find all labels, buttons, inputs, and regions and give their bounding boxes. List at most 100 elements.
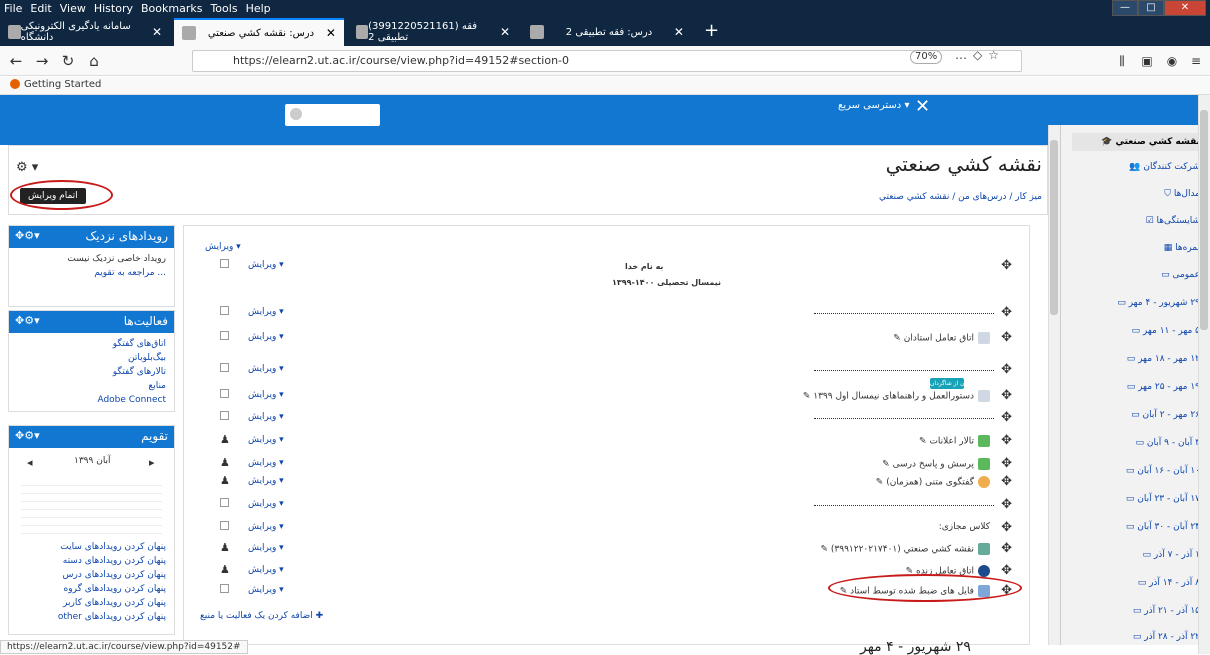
menu-help[interactable]: Help [242, 0, 275, 17]
drawer-item-competencies[interactable]: شایستگی‌ها ☑ [1146, 216, 1200, 226]
tab-fiqh-course[interactable]: درس: فقه تطبیقی 2 ✕ [522, 18, 692, 46]
menu-edit[interactable]: Edit [26, 0, 55, 17]
user-icon[interactable]: ♟ [220, 456, 230, 469]
drawer-item-week10[interactable]: ۱ آذر - ۷ آذر ▭ [1143, 550, 1200, 560]
block-controls-icon[interactable]: ▾⚙✥ [15, 314, 40, 327]
edit-menu[interactable]: ویرایش ▾ [248, 543, 284, 553]
move-icon[interactable]: ✥ [1001, 258, 1012, 273]
select-checkbox[interactable] [220, 498, 229, 507]
drawer-item-week2[interactable]: ۵ مهر - ۱۱ مهر ▭ [1132, 326, 1200, 336]
user-icon[interactable]: ♟ [220, 474, 230, 487]
star-icon[interactable]: ☆ [988, 48, 1005, 62]
quick-access-menu[interactable]: دسترسی سریع ▾ [838, 100, 909, 111]
edit-menu[interactable]: ویرایش ▾ [248, 585, 284, 595]
maximize-icon[interactable]: □ [1138, 0, 1164, 16]
drawer-scrollbar-thumb[interactable] [1050, 140, 1058, 315]
close-window-icon[interactable]: ✕ [1164, 0, 1206, 16]
menu-tools[interactable]: Tools [206, 0, 241, 17]
block-controls-icon[interactable]: ▾⚙✥ [15, 429, 40, 442]
prev-month-icon[interactable]: ◂ [27, 456, 33, 469]
move-icon[interactable]: ✥ [1001, 520, 1012, 535]
tab-elearn-home[interactable]: سامانه یادگیری الکترونیکی دانشگاه ✕ [0, 18, 170, 46]
user-icon[interactable]: ♟ [220, 541, 230, 554]
select-checkbox[interactable] [220, 306, 229, 315]
section-edit-menu[interactable]: ویرایش ▾ [205, 242, 241, 252]
hide-other-events[interactable]: پنهان کردن رویدادهای other [9, 610, 174, 624]
edit-menu[interactable]: ویرایش ▾ [248, 364, 284, 374]
drawer-item-general[interactable]: عمومی ▭ [1161, 270, 1200, 280]
move-icon[interactable]: ✥ [1001, 474, 1012, 489]
drawer-item-week7[interactable]: ۱۰ آبان - ۱۶ آبان ▭ [1126, 466, 1200, 476]
edit-menu[interactable]: ویرایش ▾ [248, 476, 284, 486]
activity-bigbluebutton-link[interactable]: بیگ‌بلوباتن [9, 351, 174, 365]
next-month-icon[interactable]: ▸ [149, 456, 155, 469]
edit-menu[interactable]: ویرایش ▾ [248, 332, 284, 342]
page-scrollbar-thumb[interactable] [1200, 110, 1208, 330]
activity-forums-link[interactable]: تالارهای گفتگو [9, 365, 174, 379]
drawer-item-grades[interactable]: نمره‌ها ▦ [1164, 243, 1200, 253]
activity-resources-link[interactable]: منابع [9, 379, 174, 393]
home-icon[interactable]: ⌂ [82, 49, 106, 73]
select-checkbox[interactable] [220, 411, 229, 420]
move-icon[interactable]: ✥ [1001, 497, 1012, 512]
sidebar-icon[interactable]: ▣ [1135, 49, 1159, 73]
back-icon[interactable]: ← [4, 49, 28, 73]
edit-menu[interactable]: ویرایش ▾ [248, 435, 284, 445]
select-checkbox[interactable] [220, 584, 229, 593]
select-checkbox[interactable] [220, 331, 229, 340]
drawer-item-week6[interactable]: ۳ آبان - ۹ آبان ▭ [1136, 438, 1200, 448]
drawer-item-week9[interactable]: ۲۴ آبان - ۳۰ آبان ▭ [1126, 522, 1200, 532]
activity-link[interactable]: پرسش و پاسخ درسی ✎ [882, 458, 990, 470]
block-controls-icon[interactable]: ▾⚙✥ [15, 229, 40, 242]
drawer-item-week5[interactable]: ۲۶ مهر - ۲ آبان ▭ [1131, 410, 1200, 420]
tab-course[interactable]: درس: نقشه کشي صنعتي ✕ [174, 18, 344, 46]
close-drawer-icon[interactable]: ✕ [915, 96, 930, 117]
drawer-item-week4[interactable]: ۱۹ مهر - ۲۵ مهر ▭ [1127, 382, 1200, 392]
move-icon[interactable]: ✥ [1001, 305, 1012, 320]
edit-menu[interactable]: ویرایش ▾ [248, 458, 284, 468]
go-to-calendar-link[interactable]: ... مراجعه به تقویم [9, 266, 174, 280]
edit-menu[interactable]: ویرایش ▾ [248, 390, 284, 400]
drawer-item-week11[interactable]: ۸ آذر - ۱۴ آذر ▭ [1138, 578, 1200, 588]
calendar-grid[interactable] [21, 478, 162, 538]
menu-history[interactable]: History [90, 0, 137, 17]
new-tab-button[interactable]: + [696, 18, 727, 46]
activity-link[interactable]: دستورالعمل و راهنماهای نیمسال اول ۱۳۹۹ ✎ [803, 390, 990, 402]
bookmark-getting-started[interactable]: Getting Started [24, 79, 101, 90]
menu-bookmarks[interactable]: Bookmarks [137, 0, 206, 17]
user-icon[interactable]: ♟ [220, 563, 230, 576]
hide-category-events[interactable]: پنهان کردن رویدادهای دسته [9, 554, 174, 568]
drawer-item-week8[interactable]: ۱۷ آبان - ۲۳ آبان ▭ [1126, 494, 1200, 504]
activity-link[interactable]: نقشه کشي صنعتي (۳۹۹۱۲۲۰۲۱۷۴۰۱) ✎ [820, 543, 990, 555]
hide-user-events[interactable]: پنهان کردن رویدادهای کاربر [9, 596, 174, 610]
move-icon[interactable]: ✥ [1001, 456, 1012, 471]
move-icon[interactable]: ✥ [1001, 362, 1012, 377]
user-icon[interactable]: ♟ [220, 433, 230, 446]
reload-icon[interactable]: ↻ [56, 49, 80, 73]
select-checkbox[interactable] [220, 259, 229, 268]
tab-fiqh-course-code[interactable]: (3991220521161) فقه تطبیقی 2 ✕ [348, 18, 518, 46]
move-icon[interactable]: ✥ [1001, 563, 1012, 578]
menu-view[interactable]: View [56, 0, 90, 17]
select-checkbox[interactable] [220, 389, 229, 398]
select-checkbox[interactable] [220, 521, 229, 530]
hide-site-events[interactable]: پنهان کردن رویدادهای سایت [9, 538, 174, 554]
minimize-icon[interactable]: — [1112, 0, 1138, 16]
library-icon[interactable]: ⫼ [1110, 49, 1134, 73]
drawer-item-week12[interactable]: ۱۵ آذر - ۲۱ آذر ▭ [1133, 606, 1200, 616]
drawer-item-week1[interactable]: ۲۹ شهریور - ۴ مهر ▭ [1117, 298, 1200, 308]
close-tab-icon[interactable]: ✕ [326, 26, 336, 40]
url-bar[interactable]: https://elearn2.ut.ac.ir/course/view.php… [192, 50, 1022, 72]
activity-link[interactable]: اتاق تعامل استادان ✎ [893, 332, 990, 344]
close-tab-icon[interactable]: ✕ [152, 25, 162, 39]
account-icon[interactable]: ◉ [1160, 49, 1184, 73]
drawer-item-week13[interactable]: ۲۲ آذر - ۲۸ آذر ▭ [1133, 632, 1200, 642]
drawer-item-week3[interactable]: ۱۲ مهر - ۱۸ مهر ▭ [1127, 354, 1200, 364]
move-icon[interactable]: ✥ [1001, 330, 1012, 345]
gear-icon[interactable]: ⚙ ▾ [16, 160, 38, 175]
activity-link[interactable]: تالار اعلانات ✎ [919, 435, 990, 447]
move-icon[interactable]: ✥ [1001, 433, 1012, 448]
drawer-item-participants[interactable]: شرکت کنندگان 👥 [1129, 162, 1200, 172]
close-tab-icon[interactable]: ✕ [674, 25, 684, 39]
add-activity-link[interactable]: ✚ اضافه کردن یک فعالیت یا منبع [200, 611, 323, 621]
